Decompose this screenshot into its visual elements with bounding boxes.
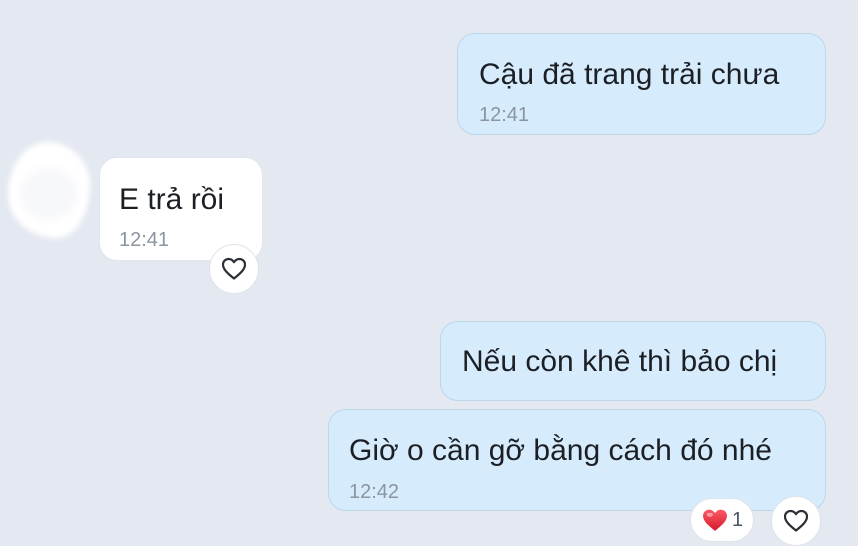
message-timestamp: 12:42	[349, 481, 400, 503]
reaction-count: 1	[732, 509, 744, 531]
message-bubble-outgoing[interactable]: Nếu còn khê thì bảo chị	[440, 321, 826, 401]
message-bubble-outgoing[interactable]: Giờ o cần gỡ bằng cách đó nhé 12:42	[328, 409, 826, 511]
message-bubble-outgoing[interactable]: Cậu đã trang trải chưa 12:41	[457, 33, 826, 135]
message-timestamp: 12:41	[479, 104, 530, 126]
react-button[interactable]	[209, 244, 259, 294]
message-text: Giờ o cần gỡ bằng cách đó nhé	[349, 434, 772, 467]
message-text: Nếu còn khê thì bảo chị	[462, 345, 778, 378]
message-timestamp: 12:41	[119, 229, 170, 251]
heart-outline-icon	[783, 509, 809, 532]
reaction-badge[interactable]: 1	[690, 498, 755, 542]
message-text: E trả rồi	[119, 183, 225, 216]
chat-thread: Cậu đã trang trải chưa 12:41 E trả rồi 1…	[0, 0, 858, 546]
heart-red-icon	[703, 509, 727, 531]
react-button[interactable]	[771, 496, 821, 546]
heart-outline-icon	[221, 257, 247, 280]
message-text: Cậu đã trang trải chưa	[479, 58, 780, 91]
